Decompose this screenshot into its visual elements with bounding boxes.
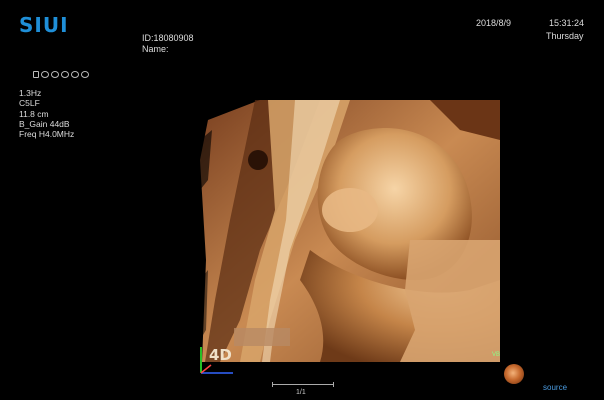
probe-icon (81, 71, 89, 78)
patient-id: ID:18080908 (142, 33, 194, 43)
frequency-value: Freq H4.0MHz (19, 129, 75, 140)
probe-model: C5LF (19, 98, 40, 109)
probe-icon (51, 71, 59, 78)
scan-parameters: 1.3Hz C5LF 11.8 cm B_Gain 44dB Freq H4.0… (19, 88, 74, 139)
patient-info: ID:18080908 Name: (142, 33, 194, 55)
frame-icon (33, 71, 39, 78)
status-icon-row (33, 71, 89, 78)
probe-icon (71, 71, 79, 78)
gain-value: B_Gain 44dB (19, 118, 70, 129)
4d-mode-label: 4D (209, 346, 232, 364)
exam-date: 2018/8/9 (476, 18, 512, 28)
patient-name-label: Name: (142, 44, 169, 54)
vb-label: VB (492, 352, 501, 358)
source-label[interactable]: source (543, 383, 567, 392)
scale-bar (272, 382, 334, 387)
depth-value: 11.8 cm (19, 108, 49, 119)
fetal-surface-render (200, 100, 500, 362)
exam-weekday: Thursday (546, 31, 584, 41)
probe-icon (41, 71, 49, 78)
siui-logo: SIUI (19, 13, 69, 37)
render-3d-viewport[interactable] (200, 100, 500, 362)
exam-time: 15:31:24 (549, 18, 585, 28)
probe-icon (61, 71, 69, 78)
frame-rate: 1.3Hz (19, 88, 42, 98)
trackball-icon[interactable] (504, 364, 524, 384)
frame-counter: 1/1 (296, 389, 306, 396)
